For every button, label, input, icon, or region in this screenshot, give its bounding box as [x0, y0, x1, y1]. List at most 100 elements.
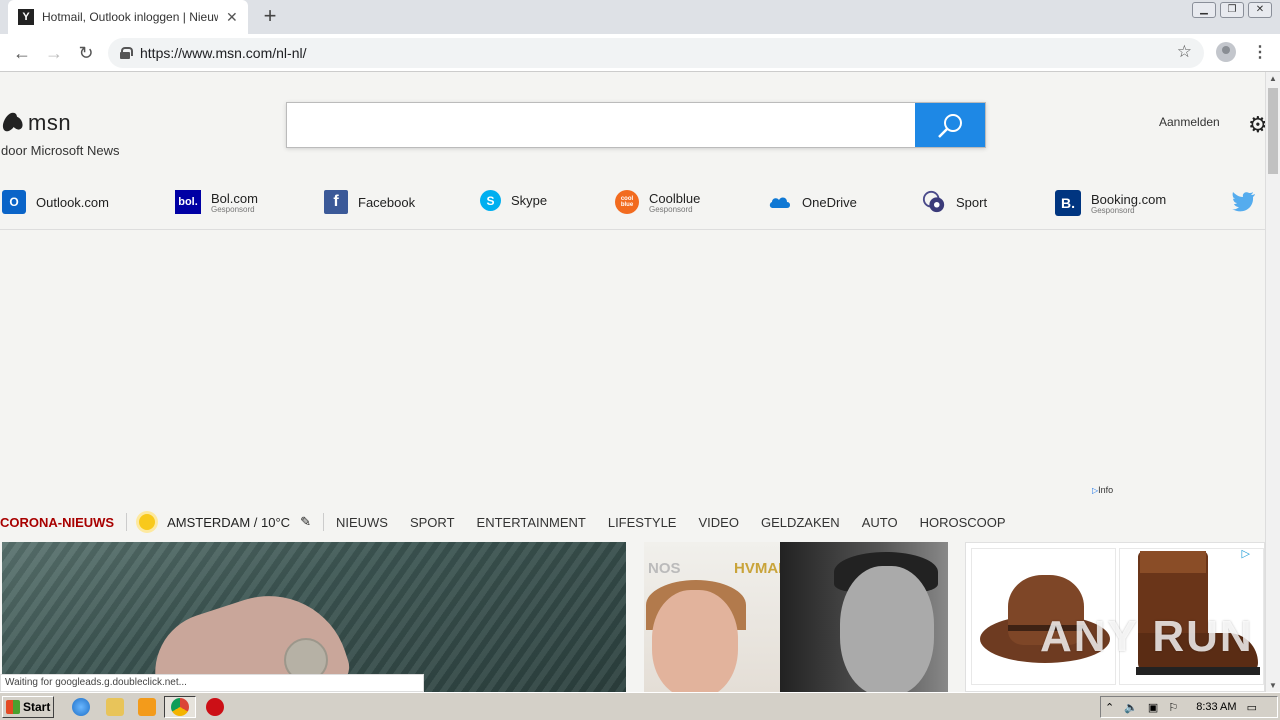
skype-icon: S [480, 190, 501, 211]
minimize-icon[interactable]: ▁ [1192, 2, 1216, 18]
category-nav: CORONA-NIEUWS AMSTERDAM / 10°C ✎ NIEUWS … [0, 508, 1265, 536]
windows-taskbar: Start ⌃ 🔈 ▣ ⚐ 8:33 AM ▭ [0, 692, 1280, 720]
quicklink-facebook[interactable]: f Facebook [324, 190, 415, 214]
weather-location[interactable]: AMSTERDAM / 10°C [167, 515, 290, 530]
edit-pencil-icon[interactable]: ✎ [300, 514, 311, 530]
close-window-icon[interactable]: ✕ [1248, 2, 1272, 18]
msn-logo[interactable]: msn [2, 110, 71, 136]
browser-toolbar: ← → ↻ https://www.msn.com/nl-nl/ ☆ ⋮ [0, 34, 1280, 72]
quicklink-label: Skype [511, 193, 548, 208]
nav-item-geldzaken[interactable]: GELDZAKEN [761, 515, 840, 530]
start-button[interactable]: Start [2, 696, 54, 718]
show-desktop-icon[interactable]: ▭ [1247, 701, 1257, 714]
action-center-flag-icon[interactable]: ⚐ [1168, 701, 1178, 714]
outlook-icon: O [2, 190, 26, 214]
quicklink-sport[interactable]: Sport [922, 190, 987, 214]
search-button[interactable] [915, 103, 985, 147]
network-icon[interactable]: ▣ [1148, 701, 1158, 714]
chrome-icon [171, 698, 189, 716]
quicklink-bol[interactable]: bol. Bol.com Gesponsord [175, 190, 258, 214]
window-controls: ▁ ❐ ✕ [1192, 2, 1272, 18]
nav-item-sport[interactable]: SPORT [410, 515, 455, 530]
browser-tab[interactable]: Y Hotmail, Outlook inloggen | Nieuws, W … [8, 0, 248, 34]
sport-icon [922, 190, 946, 214]
sponsored-label: Gesponsord [649, 204, 693, 214]
twitter-icon [1232, 190, 1256, 214]
search-icon [938, 114, 962, 138]
signin-link[interactable]: Aanmelden [1159, 115, 1220, 129]
msn-butterfly-icon [2, 110, 24, 136]
onedrive-icon [768, 190, 792, 214]
quicklink-onedrive[interactable]: OneDrive [768, 190, 857, 214]
facebook-icon: f [324, 190, 348, 214]
news-card-hero[interactable] [2, 542, 626, 692]
tab-close-icon[interactable]: ✕ [226, 9, 238, 26]
profile-avatar-icon[interactable] [1216, 42, 1236, 62]
backdrop-sign-left: NOS [648, 560, 681, 577]
nav-item-entertainment[interactable]: ENTERTAINMENT [477, 515, 586, 530]
logo-text: msn [28, 110, 72, 135]
booking-icon: B. [1055, 190, 1081, 216]
tab-strip: Y Hotmail, Outlook inloggen | Nieuws, W … [0, 0, 1280, 34]
scroll-down-icon[interactable]: ▼ [1269, 681, 1277, 690]
lock-icon [120, 47, 133, 59]
msn-page: msn door Microsoft News Aanmelden ⚙ O Ou… [0, 72, 1265, 692]
face-left [652, 590, 738, 692]
logo-subtitle: door Microsoft News [1, 143, 120, 158]
nav-item-video[interactable]: VIDEO [698, 515, 738, 530]
bookmark-star-icon[interactable]: ☆ [1177, 42, 1192, 62]
windows-flag-icon [6, 700, 20, 714]
scroll-up-icon[interactable]: ▲ [1269, 74, 1277, 83]
nav-item-auto[interactable]: AUTO [862, 515, 898, 530]
nav-divider [322, 513, 324, 531]
quicklink-label: Outlook.com [36, 194, 109, 210]
reload-icon[interactable]: ↻ [74, 41, 98, 65]
quicklink-skype[interactable]: S Skype [480, 190, 547, 211]
start-label: Start [23, 700, 51, 714]
opera-icon[interactable] [206, 698, 224, 716]
coolblue-icon: cool blue [615, 190, 639, 214]
quicklinks-bar: O Outlook.com bol. Bol.com Gesponsord f … [0, 184, 1265, 230]
chrome-taskbar-button[interactable] [164, 696, 196, 718]
settings-gear-icon[interactable]: ⚙ [1248, 112, 1265, 138]
anyrun-watermark: ANY RUN [1040, 612, 1254, 661]
face-right [840, 566, 934, 692]
quicklink-twitter[interactable] [1232, 190, 1265, 214]
nav-corona-news[interactable]: CORONA-NIEUWS [0, 515, 114, 530]
adchoices-icon[interactable]: ▷ [1242, 547, 1250, 560]
quicklink-label: OneDrive [802, 194, 857, 210]
scroll-thumb[interactable] [1268, 88, 1278, 174]
ad-info-link[interactable]: ▷Info [1092, 485, 1113, 495]
quicklink-coolblue[interactable]: cool blue Coolblue Gesponsord [615, 190, 700, 214]
ie-icon[interactable] [72, 698, 90, 716]
url-text: https://www.msn.com/nl-nl/ [140, 45, 307, 61]
status-bubble: Waiting for googleads.g.doubleclick.net.… [0, 674, 424, 692]
restore-icon[interactable]: ❐ [1220, 2, 1244, 18]
tab-title: Hotmail, Outlook inloggen | Nieuws, W [42, 10, 218, 24]
explorer-folder-icon[interactable] [106, 698, 124, 716]
back-icon[interactable]: ← [10, 41, 34, 65]
quicklink-label: Booking.com [1091, 191, 1167, 207]
media-player-icon[interactable] [138, 698, 156, 716]
page-scrollbar[interactable]: ▲ ▼ [1265, 72, 1280, 692]
nav-item-lifestyle[interactable]: LIFESTYLE [608, 515, 677, 530]
system-tray: ⌃ 🔈 ▣ ⚐ 8:33 AM ▭ [1100, 696, 1278, 718]
address-bar[interactable]: https://www.msn.com/nl-nl/ ☆ [108, 38, 1204, 68]
forward-icon[interactable]: → [42, 41, 66, 65]
yahoo-favicon-icon: Y [18, 9, 34, 25]
quicklink-booking[interactable]: B. Booking.com Gesponsord [1055, 190, 1166, 216]
nav-item-nieuws[interactable]: NIEUWS [336, 515, 388, 530]
quicklink-label: Bol.com [211, 190, 258, 206]
quicklink-outlook[interactable]: O Outlook.com [2, 190, 109, 214]
tray-expand-icon[interactable]: ⌃ [1105, 701, 1114, 714]
clock[interactable]: 8:33 AM [1196, 701, 1236, 713]
nav-item-horoscoop[interactable]: HOROSCOOP [920, 515, 1006, 530]
browser-menu-icon[interactable]: ⋮ [1252, 42, 1268, 62]
sponsored-label: Gesponsord [1091, 205, 1135, 215]
news-card-people[interactable]: NOS HVMAN [644, 542, 948, 692]
sponsored-label: Gesponsord [211, 204, 255, 214]
nav-divider [126, 513, 128, 531]
search-input[interactable] [286, 102, 986, 148]
new-tab-button[interactable]: + [258, 5, 282, 29]
volume-icon[interactable]: 🔈 [1124, 701, 1138, 714]
